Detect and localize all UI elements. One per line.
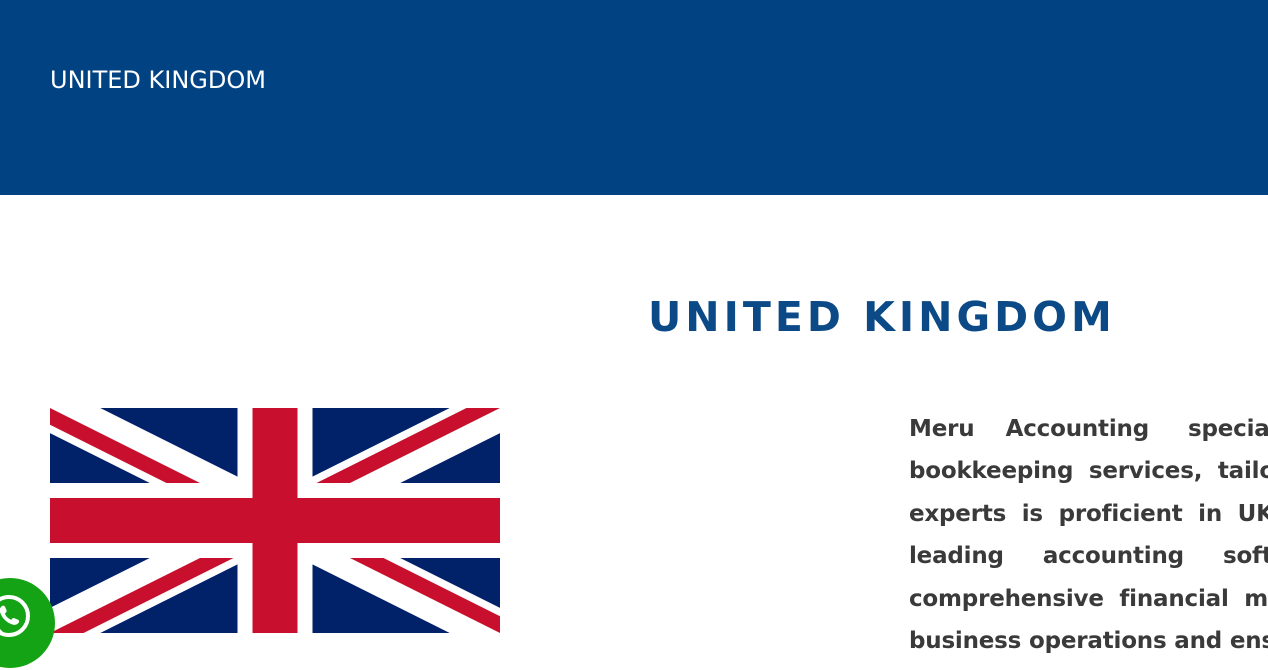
description-line: comprehensive financial mana: [909, 578, 1268, 620]
desc-word: financial: [1119, 585, 1229, 612]
desc-word: and: [1174, 627, 1223, 654]
desc-word: operations: [1028, 627, 1167, 654]
desc-word: mana: [1244, 585, 1268, 612]
desc-word: proficient: [1058, 500, 1183, 527]
section-heading: UNITED KINGDOM: [648, 293, 1116, 341]
desc-word: software: [1222, 543, 1268, 570]
desc-word: tailored: [1217, 458, 1268, 485]
desc-word: in: [1198, 500, 1223, 527]
desc-word: is: [1021, 500, 1043, 527]
desc-word: services,: [1088, 458, 1203, 485]
desc-word: Meru: [909, 416, 975, 442]
whatsapp-button[interactable]: [0, 578, 55, 668]
description-line: Meru Accounting specializes: [909, 408, 1268, 450]
banner-title: UNITED KINGDOM: [50, 66, 266, 94]
description-line: experts is proficient in UK fin: [909, 493, 1268, 535]
description-line: business operations and ensure: [909, 620, 1268, 662]
desc-word: bookkeeping: [909, 458, 1074, 485]
description-line: bookkeeping services, tailored: [909, 450, 1268, 492]
union-jack-flag-icon: [50, 408, 500, 633]
desc-word: comprehensive: [909, 585, 1104, 612]
page-banner: UNITED KINGDOM: [0, 0, 1268, 195]
desc-word: ensure: [1229, 627, 1268, 654]
desc-word: business: [909, 627, 1022, 654]
description-text: Meru Accounting specializes bookkeeping …: [909, 408, 1268, 670]
desc-word: leading: [909, 543, 1004, 570]
desc-word: Accounting: [1005, 416, 1150, 442]
desc-word: UK: [1237, 500, 1268, 527]
description-line: leading accounting software: [909, 535, 1268, 577]
page: UNITED KINGDOM UNITED KINGDOM Meru Accou…: [0, 0, 1268, 670]
whatsapp-icon: [0, 595, 30, 637]
desc-word: accounting: [1042, 543, 1184, 570]
desc-word: specializes: [1188, 416, 1268, 442]
desc-word: experts: [909, 500, 1007, 527]
